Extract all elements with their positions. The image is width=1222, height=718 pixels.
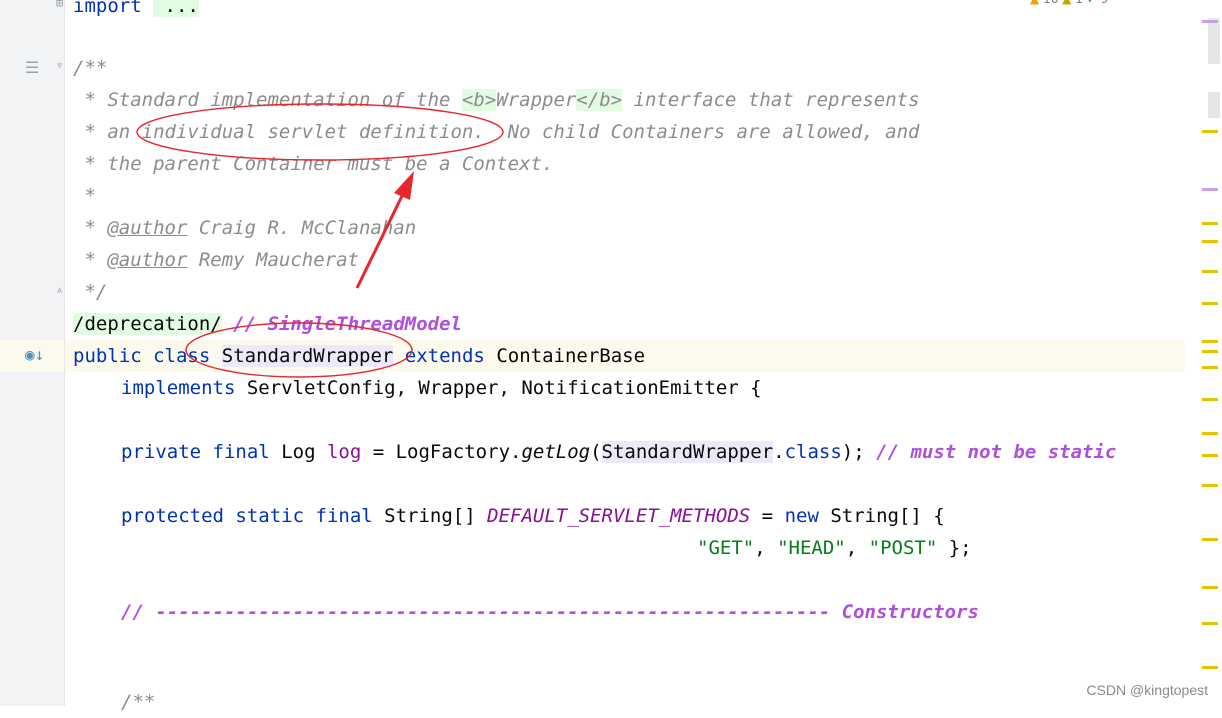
code-line-doc-end: */ — [73, 281, 108, 303]
code-line-next-doc: /** — [121, 691, 156, 713]
code-line-author-1: * @author Craig R. McClanahan — [73, 217, 417, 239]
code-line-doc-4: * — [73, 185, 96, 207]
todo-comment: SingleThreadModel — [267, 313, 462, 335]
author-tag: @author — [107, 217, 188, 239]
stripe-mark[interactable] — [1202, 302, 1218, 305]
implemented-method-icon[interactable]: ◉↓ — [25, 345, 44, 364]
stripe-mark[interactable] — [1202, 350, 1218, 353]
code-line-constructors-sep: // -------------------------------------… — [121, 601, 979, 623]
code-line-doc-1: * Standard implementation of the <b>Wrap… — [73, 89, 920, 111]
weak-warning-icon: ▲ — [1062, 0, 1071, 6]
code-line-log-field: private final Log log = LogFactory.getLo… — [121, 441, 1117, 463]
code-line-deprecation: /deprecation/ // SingleThreadModel — [73, 313, 462, 335]
code-line-methods-array: "GET", "HEAD", "POST" }; — [697, 537, 972, 559]
stripe-mark[interactable] — [1202, 538, 1218, 541]
stripe-mark[interactable] — [1202, 454, 1218, 457]
editor-gutter: ☰ ◉↓ ▿ ▵ ⊞ — [0, 0, 65, 706]
stripe-mark[interactable] — [1202, 130, 1218, 133]
keyword: import — [73, 0, 142, 17]
fold-marker-icon[interactable]: ▿ — [56, 58, 63, 72]
warning-icon: ▲ — [1030, 0, 1039, 6]
watermark: CSDN @kingtopest — [1086, 682, 1208, 698]
stripe-mark[interactable] — [1202, 586, 1218, 589]
render-doc-icon[interactable]: ☰ — [25, 58, 39, 77]
stripe-mark[interactable] — [1202, 666, 1218, 669]
code-line-import: import ... — [73, 0, 199, 22]
fold-import-icon[interactable]: ⊞ — [56, 0, 63, 10]
typo-icon: ✓ — [1087, 0, 1097, 6]
stripe-mark[interactable] — [1202, 270, 1218, 273]
folded-annotation[interactable]: /deprecation/ — [73, 313, 222, 335]
code-line-doc-3: * the parent Container must be a Context… — [73, 153, 554, 175]
fold-end-icon[interactable]: ▵ — [56, 282, 63, 296]
stripe-mark[interactable] — [1202, 366, 1218, 369]
code-line-author-2: * @author Remy Maucherat — [73, 249, 359, 271]
error-stripe[interactable] — [1186, 0, 1222, 706]
author-tag: @author — [107, 249, 188, 271]
code-line-doc-start: /** — [73, 57, 108, 79]
stripe-mark[interactable] — [1202, 240, 1218, 243]
stripe-mark[interactable] — [1202, 340, 1218, 343]
stripe-mark[interactable] — [1202, 432, 1218, 435]
code-line-doc-2: * an individual servlet definition. No c… — [73, 121, 920, 143]
stripe-mark[interactable] — [1202, 188, 1218, 191]
stripe-mark[interactable] — [1202, 222, 1218, 225]
folded-imports[interactable]: ... — [153, 0, 199, 17]
class-name[interactable]: StandardWrapper — [221, 345, 394, 367]
stripe-mark[interactable] — [1202, 20, 1218, 23]
stripe-mark[interactable] — [1202, 622, 1218, 625]
stripe-mark[interactable] — [1202, 398, 1218, 401]
inspection-widget[interactable]: ▲ 16 ▲ 1 ✓ 9 — [1030, 0, 1108, 6]
inline-comment: // must not be static — [876, 441, 1117, 463]
code-line-class-decl: public class StandardWrapper extends Con… — [73, 345, 646, 367]
stripe-mark[interactable] — [1202, 484, 1218, 487]
code-line-implements: implements ServletConfig, Wrapper, Notif… — [121, 377, 762, 399]
scrollbar-marker — [1208, 92, 1220, 118]
code-editor[interactable]: import ... /** * Standard implementation… — [65, 0, 1185, 713]
code-line-default-methods: protected static final String[] DEFAULT_… — [121, 505, 945, 527]
scrollbar-thumb[interactable] — [1208, 18, 1220, 64]
